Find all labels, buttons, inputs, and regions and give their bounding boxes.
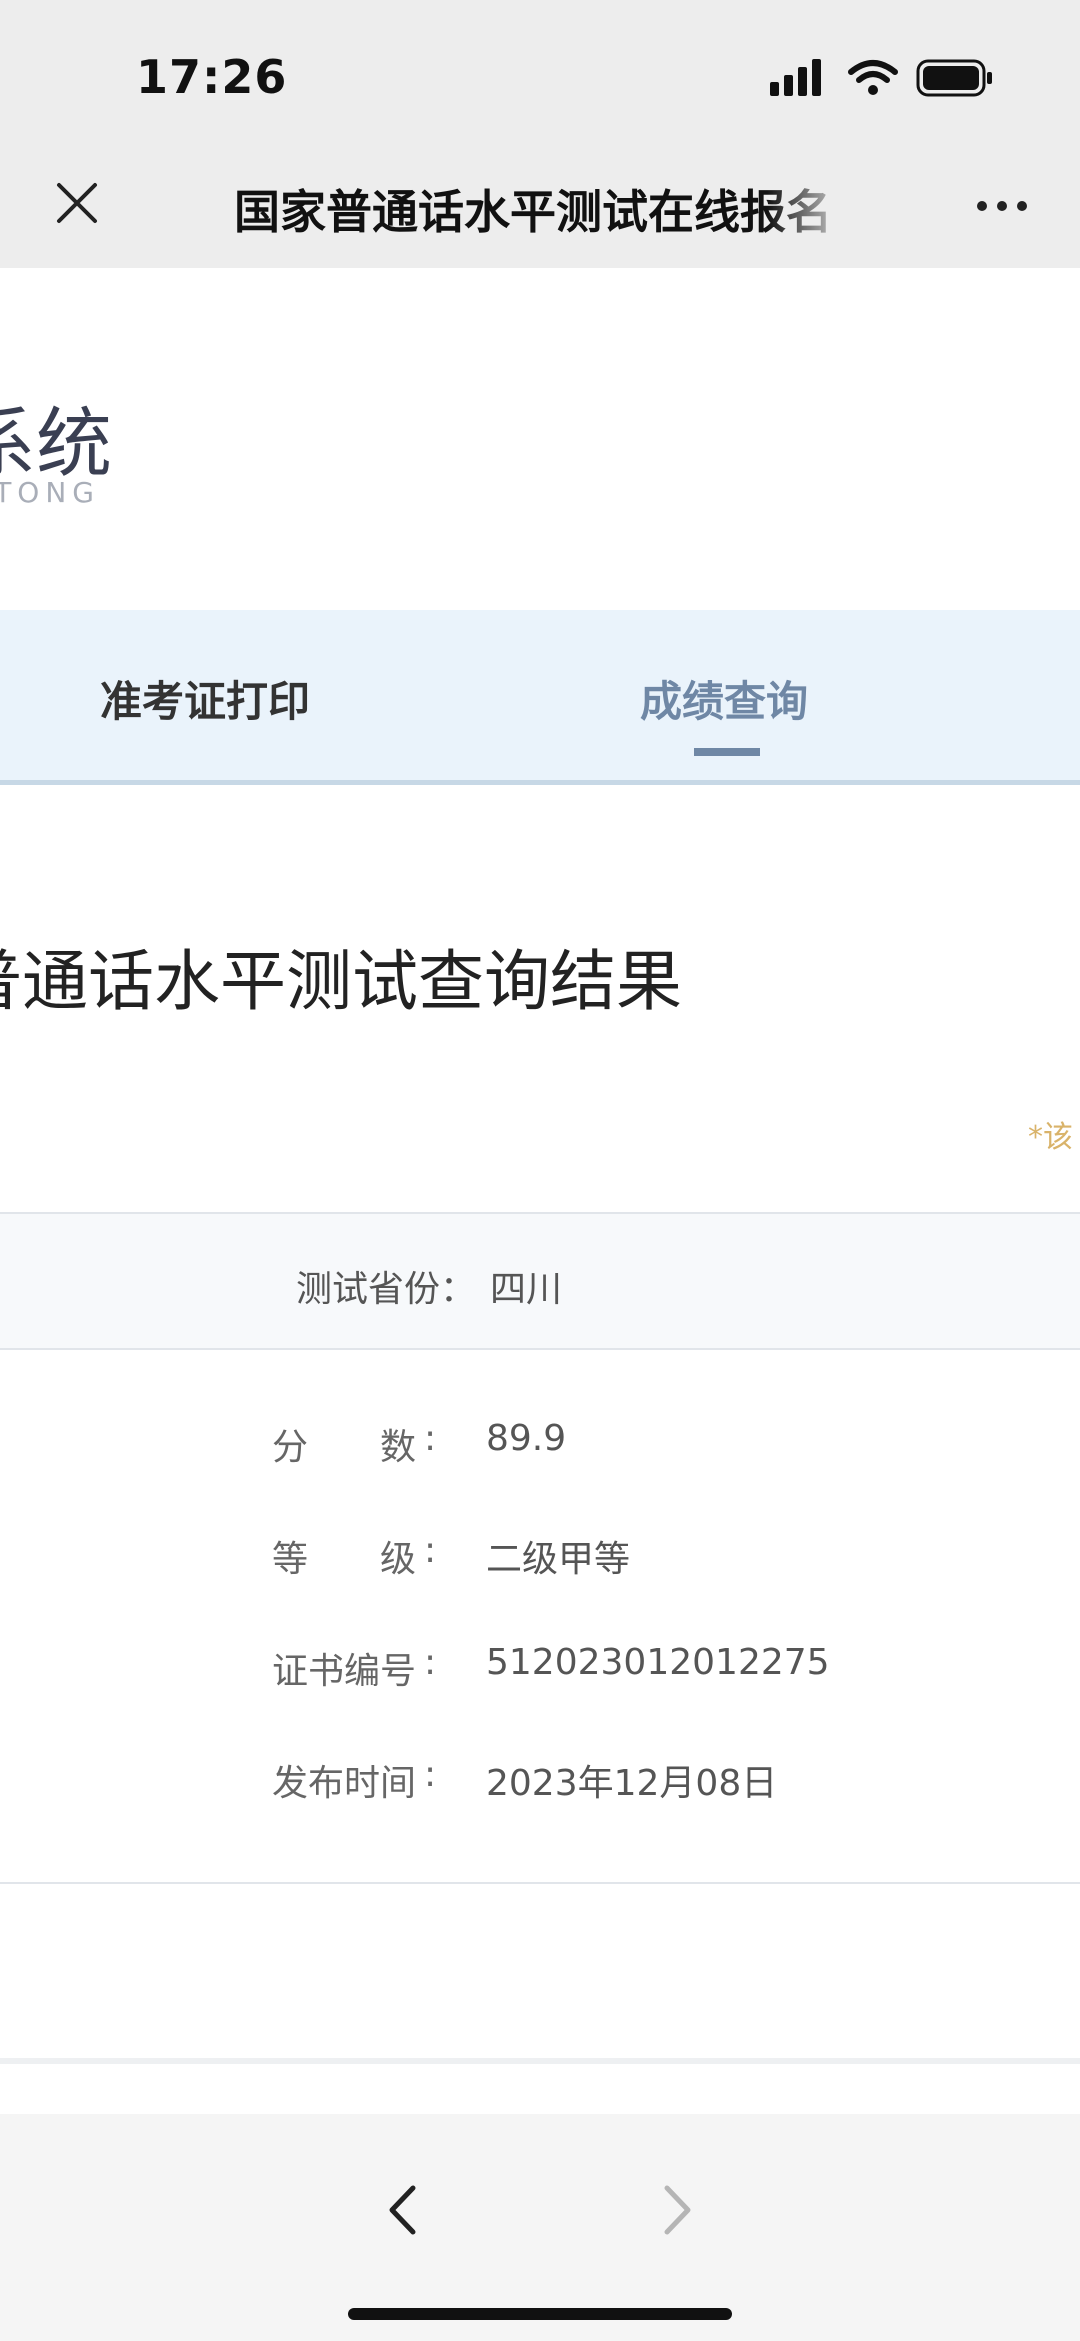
close-button[interactable] bbox=[44, 170, 110, 236]
page-title: 国家普通话水平测试在线报名 bbox=[234, 185, 832, 236]
publish-date-label: 发布时间 bbox=[272, 1763, 417, 1804]
province-value: 四川 bbox=[490, 1269, 563, 1310]
status-icons bbox=[770, 58, 1000, 102]
close-icon bbox=[57, 183, 97, 223]
province-row: 测试省份： 四川 bbox=[0, 1212, 1080, 1350]
colon: : bbox=[424, 1530, 437, 1571]
more-button[interactable] bbox=[972, 176, 1032, 236]
home-indicator bbox=[348, 2308, 732, 2320]
status-time: 17:26 bbox=[136, 50, 288, 104]
browser-toolbar bbox=[0, 2114, 1080, 2341]
province-label: 测试省份： bbox=[296, 1269, 477, 1310]
webview-header: 17:26 国家普通话水平测试在线报名 bbox=[0, 0, 1080, 268]
site-logo-subtext: TONG bbox=[0, 476, 100, 509]
level-value: 二级甲等 bbox=[486, 1539, 631, 1580]
colon: : bbox=[424, 1642, 437, 1683]
colon: : bbox=[424, 1418, 437, 1459]
tab-bar: 准考证打印 成绩查询 bbox=[0, 610, 1080, 785]
result-title: 普通话水平测试查询结果 bbox=[0, 943, 682, 1020]
score-value: 89.9 bbox=[486, 1418, 567, 1459]
battery-icon bbox=[916, 59, 992, 97]
certificate-value: 512023012012275 bbox=[486, 1642, 830, 1683]
certificate-label: 证书编号 bbox=[272, 1651, 417, 1692]
wifi-icon bbox=[848, 60, 898, 95]
tab-admission-print[interactable]: 准考证打印 bbox=[100, 668, 310, 729]
table-divider bbox=[0, 1882, 1080, 1884]
colon: : bbox=[424, 1754, 437, 1795]
certificate-row: 证书编号 : 512023012012275 bbox=[0, 1642, 1080, 1702]
level-label: 等级 bbox=[272, 1539, 489, 1580]
page-bottom-divider bbox=[0, 2058, 1080, 2064]
publish-date-row: 发布时间 : 2023年12月08日 bbox=[0, 1754, 1080, 1814]
chevron-left-icon bbox=[389, 2185, 416, 2235]
level-row: 等级 : 二级甲等 bbox=[0, 1530, 1080, 1590]
forward-button[interactable] bbox=[646, 2178, 710, 2242]
score-label: 分数 bbox=[272, 1427, 489, 1468]
score-row: 分数 : 89.9 bbox=[0, 1418, 1080, 1478]
note-text: *该 bbox=[1028, 1120, 1073, 1155]
more-icon bbox=[977, 201, 1027, 211]
active-tab-indicator bbox=[694, 748, 760, 756]
tab-score-query[interactable]: 成绩查询 bbox=[640, 668, 808, 729]
signal-icon bbox=[770, 59, 821, 96]
back-button[interactable] bbox=[370, 2178, 434, 2242]
chevron-right-icon bbox=[664, 2185, 691, 2235]
publish-date-value: 2023年12月08日 bbox=[486, 1763, 778, 1804]
